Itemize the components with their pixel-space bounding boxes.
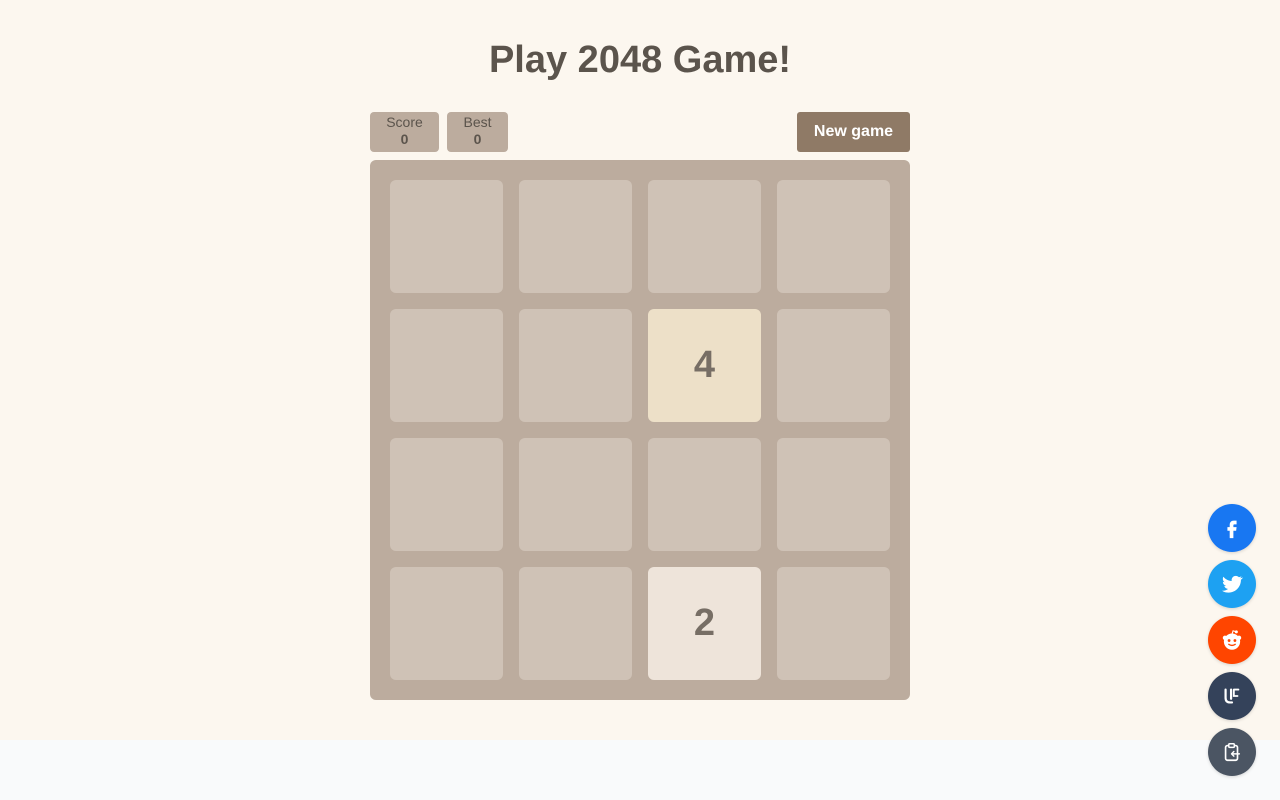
- empty-cell: [519, 180, 632, 293]
- clipboard-icon: [1224, 743, 1241, 762]
- reddit-share-button[interactable]: [1208, 616, 1256, 664]
- vk-icon: [1224, 688, 1240, 704]
- empty-cell: [777, 180, 890, 293]
- empty-cell: [648, 438, 761, 551]
- empty-cell: [519, 567, 632, 680]
- page-title: Play 2048 Game!: [488, 39, 792, 81]
- score-label: Score: [386, 114, 423, 130]
- best-score-box: Best 0: [447, 112, 508, 152]
- empty-cell: [777, 567, 890, 680]
- empty-cell: [390, 309, 503, 422]
- facebook-share-button[interactable]: [1208, 504, 1256, 552]
- best-value: 0: [473, 131, 482, 147]
- facebook-icon: [1227, 520, 1237, 539]
- reddit-icon: [1222, 630, 1242, 650]
- best-label: Best: [463, 114, 492, 130]
- page: Play 2048 Game! Score 0 Best 0 New game …: [0, 0, 1280, 740]
- empty-cell: [777, 438, 890, 551]
- empty-cell: [519, 309, 632, 422]
- score-box: Score 0: [370, 112, 439, 152]
- game-board[interactable]: 42: [370, 160, 910, 700]
- empty-cell: [390, 180, 503, 293]
- empty-cell: [777, 309, 890, 422]
- score-value: 0: [400, 131, 409, 147]
- tile-4: 4: [648, 309, 761, 422]
- tile-2: 2: [648, 567, 761, 680]
- empty-cell: [648, 180, 761, 293]
- empty-cell: [519, 438, 632, 551]
- copy-link-button[interactable]: [1208, 728, 1256, 776]
- empty-cell: [390, 567, 503, 680]
- empty-cell: [390, 438, 503, 551]
- vk-share-button[interactable]: [1208, 672, 1256, 720]
- new-game-button[interactable]: New game: [797, 112, 910, 152]
- twitter-icon: [1222, 575, 1243, 593]
- twitter-share-button[interactable]: [1208, 560, 1256, 608]
